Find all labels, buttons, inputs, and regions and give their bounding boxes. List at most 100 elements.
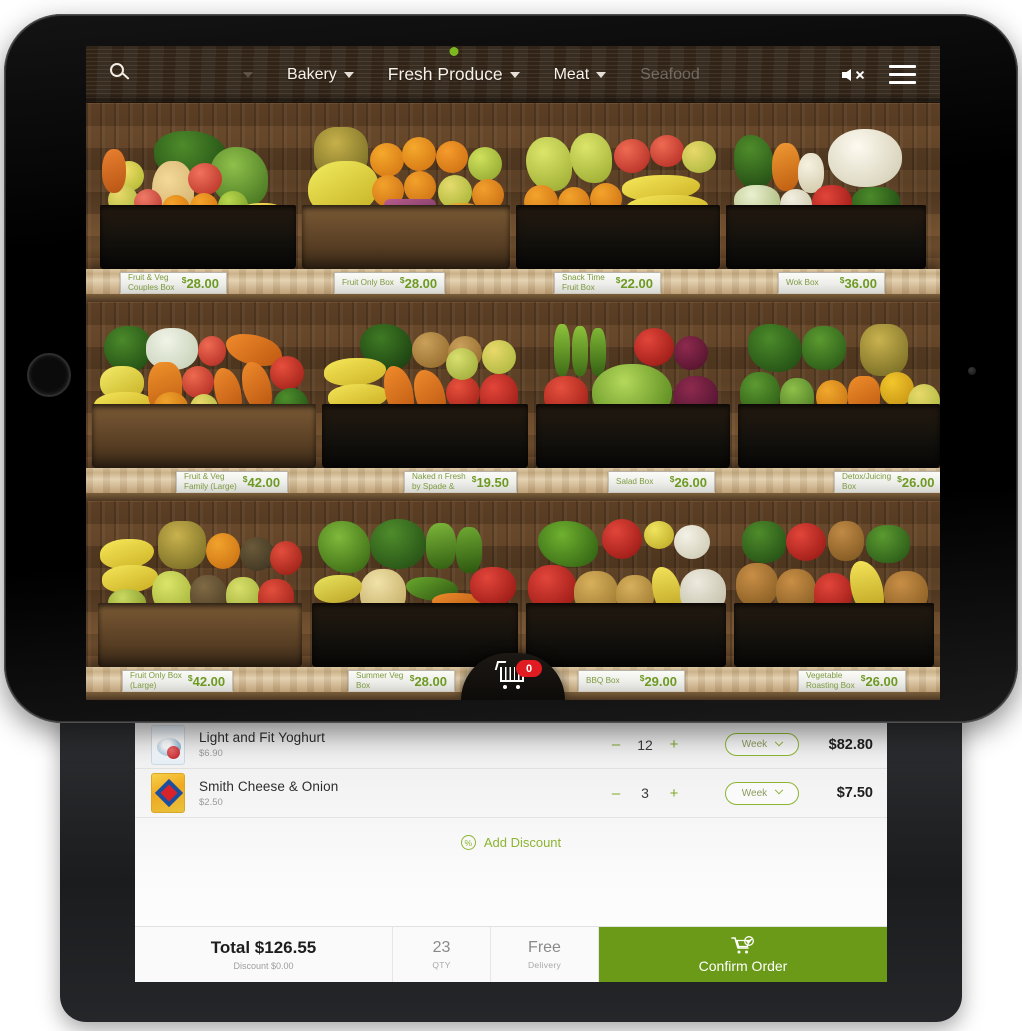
price-tag[interactable]: BBQ Box $29.00 <box>578 670 685 692</box>
frequency-dropdown[interactable]: Week <box>725 733 799 756</box>
product-name: Fruit Only Box (Large) <box>130 671 182 690</box>
quantity-stepper[interactable]: – 3 + <box>609 785 681 801</box>
cart-item-unit-price: $6.90 <box>199 748 223 759</box>
delivery-value: Free <box>528 939 561 956</box>
shelf-board: Fruit & Veg Couples Box $28.00 Fruit Only… <box>86 269 940 302</box>
chevron-down-icon <box>509 71 520 78</box>
nav-item-label: Meat <box>553 65 590 83</box>
screenshot-stage: Light and Fit Yoghurt $6.90 – 12 + Week <box>0 0 1022 1031</box>
price-tag[interactable]: Fruit & Veg Family (Large) $42.00 <box>176 471 289 493</box>
decrement-button[interactable]: – <box>609 786 623 801</box>
product-image[interactable] <box>726 109 926 269</box>
price-tag[interactable]: Summer Veg Box $28.00 <box>348 670 455 692</box>
decrement-button[interactable]: – <box>609 737 623 752</box>
product-thumbnail-yoghurt <box>151 724 185 765</box>
product-price: $28.00 <box>399 275 438 291</box>
quantity-stepper[interactable]: – 12 + <box>609 737 681 753</box>
percent-circle-icon: % <box>460 835 476 850</box>
active-indicator-dot <box>449 47 459 56</box>
product-name: Vegetable Roasting Box <box>806 671 855 690</box>
product-price: $42.00 <box>187 673 226 689</box>
nav-item-meat[interactable]: Meat <box>554 66 607 84</box>
product-price: $26.00 <box>669 474 707 490</box>
cart-badge-count: 0 <box>516 660 542 677</box>
nav-item-bakery[interactable]: Bakery <box>287 66 354 84</box>
nav-item-label: Seafood <box>640 65 700 83</box>
cart-item-text: Light and Fit Yoghurt $6.90 <box>185 730 609 759</box>
confirm-order-button[interactable]: Confirm Order <box>599 927 887 982</box>
quantity-value: 3 <box>641 785 649 801</box>
chevron-down-icon <box>343 71 354 78</box>
product-name: Fruit Only Box <box>342 278 394 287</box>
product-image[interactable] <box>526 507 726 667</box>
price-tag[interactable]: Snack Time Fruit Box $22.00 <box>554 272 661 294</box>
ipad-screen: Bakery Fresh Produce Meat Seafood Fruit … <box>86 46 940 700</box>
cart-row[interactable]: Light and Fit Yoghurt $6.90 – 12 + Week <box>135 720 887 769</box>
product-thumbnail-chips <box>151 773 185 813</box>
chevron-down-icon <box>774 785 784 795</box>
price-tag[interactable]: Fruit & Veg Couples Box $28.00 <box>120 272 227 294</box>
price-tag[interactable]: Wok Box $36.00 <box>778 272 885 294</box>
add-discount-label: Add Discount <box>483 835 562 850</box>
top-navigation-bar: Bakery Fresh Produce Meat Seafood <box>86 46 940 103</box>
product-image[interactable] <box>734 507 934 667</box>
shopping-cart-icon: 0 <box>494 660 542 689</box>
nav-item-seafood[interactable]: Seafood <box>640 66 700 84</box>
frequency-dropdown[interactable]: Week <box>725 781 799 805</box>
product-name: Salad Box <box>616 477 654 486</box>
discount-amount: Discount $0.00 <box>233 961 294 971</box>
product-image[interactable] <box>302 109 510 269</box>
cart-panel: Light and Fit Yoghurt $6.90 – 12 + Week <box>135 720 887 982</box>
shelf-row: Fruit & Veg Family (Large) $42.00 Naked n… <box>86 302 940 501</box>
price-tag[interactable]: Fruit Only Box (Large) $42.00 <box>122 670 234 692</box>
product-image[interactable] <box>98 507 302 667</box>
nav-item-0[interactable] <box>236 71 253 78</box>
nav-item-label: Fresh Produce <box>387 64 503 84</box>
secondary-device-frame: Light and Fit Yoghurt $6.90 – 12 + Week <box>60 706 962 1022</box>
confirm-order-label: Confirm Order <box>698 957 788 974</box>
hamburger-menu-icon[interactable] <box>889 65 916 85</box>
search-icon[interactable] <box>110 63 132 85</box>
product-image[interactable] <box>536 308 730 468</box>
product-price: $22.00 <box>615 275 653 291</box>
order-quantity: 23 QTY <box>393 927 491 982</box>
chevron-down-icon <box>596 71 607 78</box>
price-tag[interactable]: Salad Box $26.00 <box>608 471 715 493</box>
product-price: $26.00 <box>897 474 935 490</box>
cart-item-name: Light and Fit Yoghurt <box>199 730 325 745</box>
shelf-board: Fruit & Veg Family (Large) $42.00 Naked n… <box>86 468 940 501</box>
shelf-products <box>86 308 940 468</box>
increment-button[interactable]: + <box>667 786 681 801</box>
total-amount: Total $126.55 <box>210 938 317 957</box>
price-tag[interactable]: Fruit Only Box $28.00 <box>334 272 446 294</box>
cart-item-unit-price: $2.50 <box>199 796 223 808</box>
product-image[interactable] <box>92 308 316 468</box>
product-image[interactable] <box>322 308 528 468</box>
nav-shadow <box>86 94 940 103</box>
product-image[interactable] <box>312 507 518 667</box>
quantity-value: 12 <box>637 736 653 753</box>
add-discount-button[interactable]: % Add Discount <box>135 818 887 850</box>
order-delivery: Free Delivery <box>491 927 599 982</box>
product-price: $26.00 <box>860 673 898 689</box>
secondary-device-screen: Light and Fit Yoghurt $6.90 – 12 + Week <box>135 720 887 982</box>
product-name: Summer Veg Box <box>356 671 404 690</box>
home-button[interactable] <box>27 353 71 397</box>
nav-item-label: Bakery <box>287 65 337 83</box>
product-shelves: Fruit & Veg Couples Box $28.00 Fruit Only… <box>86 103 940 700</box>
product-image[interactable] <box>516 109 720 269</box>
product-name: Wok Box <box>786 278 819 287</box>
mute-icon[interactable] <box>842 64 868 86</box>
product-price: $19.50 <box>471 474 509 490</box>
price-tag[interactable]: Detox/Juicing Box $26.00 <box>834 471 940 493</box>
increment-button[interactable]: + <box>667 737 681 752</box>
price-tag[interactable]: Naked n Fresh by Spade & $19.50 <box>404 471 517 493</box>
product-image[interactable] <box>100 109 296 269</box>
product-image[interactable] <box>738 308 940 468</box>
nav-item-fresh-produce[interactable]: Fresh Produce <box>387 47 520 85</box>
cart-row[interactable]: Smith Cheese & Onion $2.50 – 3 + Week $7… <box>135 769 887 818</box>
price-tag[interactable]: Vegetable Roasting Box $26.00 <box>798 670 906 692</box>
product-price: $42.00 <box>242 474 281 490</box>
shelf-row: Fruit & Veg Couples Box $28.00 Fruit Only… <box>86 103 940 302</box>
product-price: $29.00 <box>639 673 677 689</box>
